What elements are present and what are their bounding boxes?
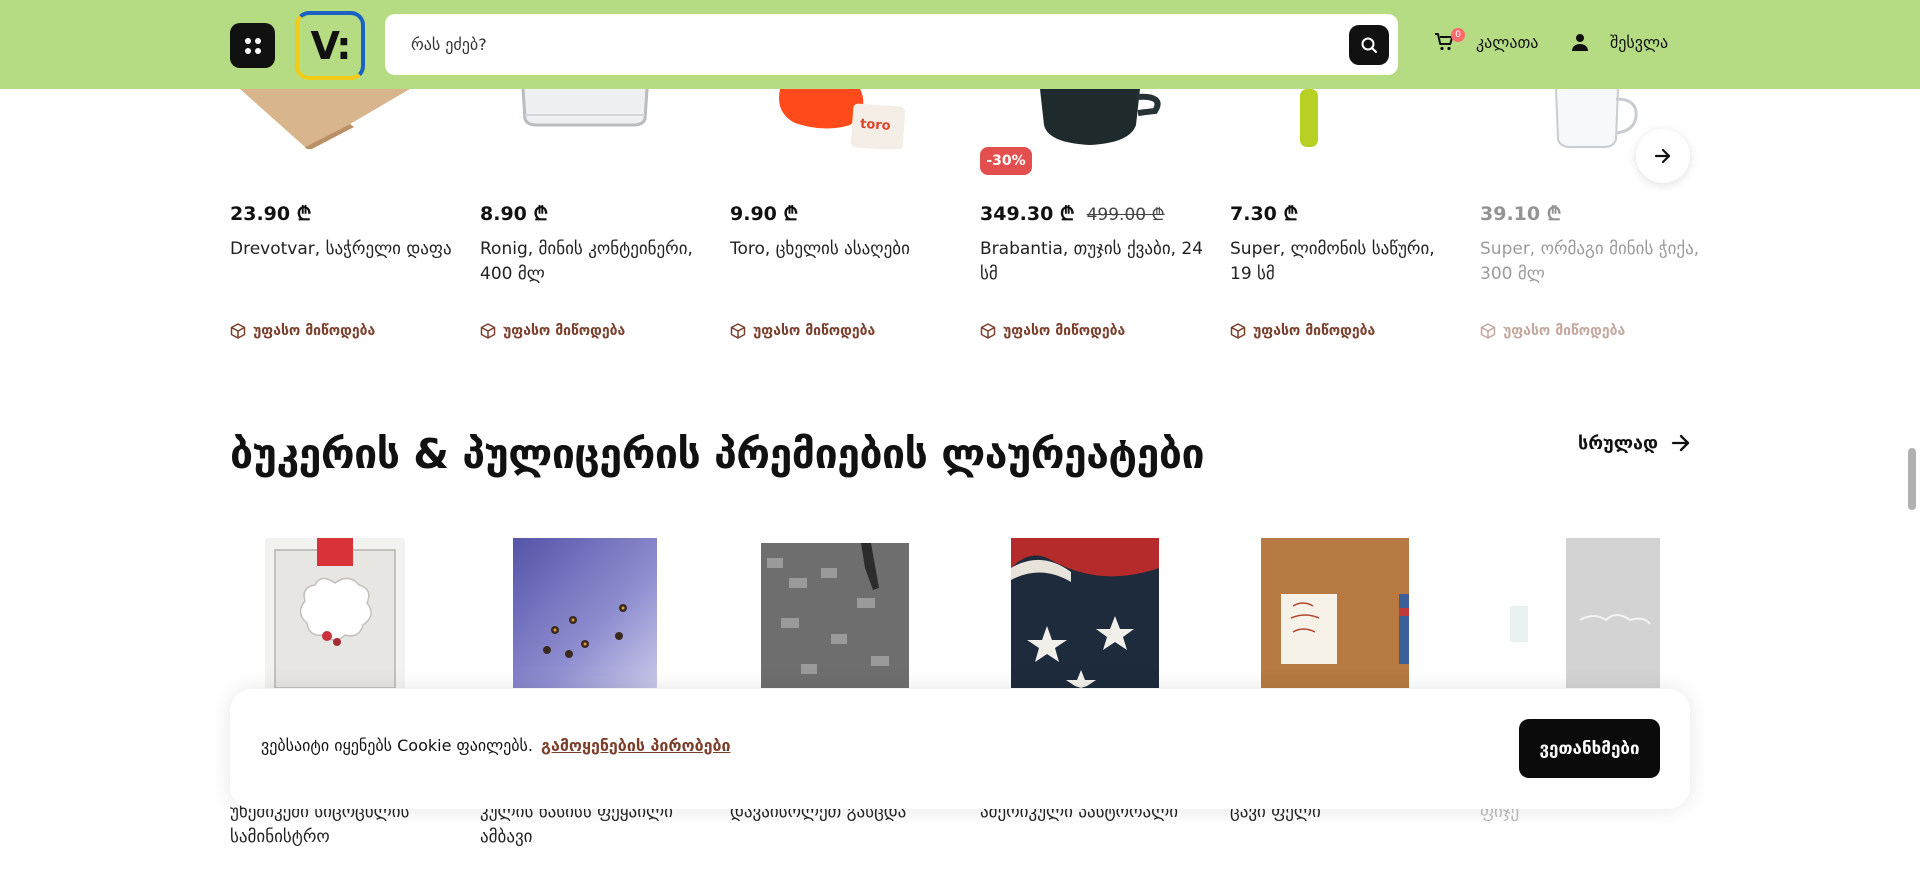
product-name[interactable]: Brabantia, თუჯის ქვაბი, 24 სმ	[980, 237, 1205, 287]
box-icon	[1230, 323, 1246, 339]
cookie-banner: ვებსაიტი იყენებს Cookie ფაილებს. გამოყენე…	[230, 689, 1690, 809]
shipping-text: უფასო მიწოდება	[753, 323, 876, 339]
login-label: შესვლა	[1610, 32, 1669, 52]
shipping-text: უფასო მიწოდება	[1003, 323, 1126, 339]
free-shipping-label: უფასო მიწოდება	[1480, 323, 1625, 339]
book-cover[interactable]	[1261, 538, 1409, 688]
free-shipping-label: უფასო მიწოდება	[230, 323, 375, 339]
book-cover[interactable]	[761, 538, 909, 688]
product-image[interactable]	[515, 89, 655, 149]
box-icon	[730, 323, 746, 339]
book-cover[interactable]	[1011, 538, 1159, 688]
cart-button[interactable]: 0 კალათა	[1434, 28, 1539, 52]
free-shipping-label: უფასო მიწოდება	[480, 323, 625, 339]
carousel-next-button[interactable]	[1636, 129, 1690, 183]
site-logo[interactable]: V:	[295, 11, 365, 80]
product-card[interactable]: 349.30 ₾ 499.00 ₾ Brabantia, თუჯის ქვაბი,…	[980, 200, 1205, 339]
search-button[interactable]	[1349, 25, 1389, 65]
book-cover[interactable]	[1510, 538, 1660, 688]
product-old-price: 499.00 ₾	[1086, 205, 1165, 225]
shipping-text: უფასო მიწოდება	[1253, 323, 1376, 339]
product-price: 23.90 ₾	[230, 203, 312, 225]
product-name[interactable]: Ronig, მინის კონტეინერი, 400 მლ	[480, 237, 705, 287]
product-image[interactable]	[1550, 89, 1640, 149]
search-icon	[1361, 37, 1377, 53]
shipping-text: უფასო მიწოდება	[503, 323, 626, 339]
site-header: V: 0 კალათა შესვლა	[0, 0, 1920, 89]
product-card[interactable]: 39.10 ₾ Super, ორმაგი მინის ჭიქა, 300 მლ…	[1480, 200, 1705, 339]
product-name[interactable]: Super, ლიმონის საწური, 19 სმ	[1230, 237, 1455, 287]
product-name[interactable]: Drevotvar, საჭრელი დაფა	[230, 237, 455, 262]
free-shipping-label: უფასო მიწოდება	[1230, 323, 1375, 339]
cart-label: კალათა	[1476, 32, 1539, 52]
login-button[interactable]: შესვლა	[1570, 32, 1668, 52]
cookie-message: ვებსაიტი იყენებს Cookie ფაილებს. გამოყენე…	[261, 736, 731, 755]
user-icon	[1572, 34, 1588, 51]
product-price: 9.90 ₾	[730, 203, 799, 225]
page-scrollbar[interactable]	[1908, 448, 1916, 510]
search-bar	[385, 14, 1398, 75]
product-card[interactable]: 8.90 ₾ Ronig, მინის კონტეინერი, 400 მლ უ…	[480, 200, 705, 339]
logo-text: V:	[310, 23, 352, 68]
product-image[interactable]: toro	[770, 89, 910, 149]
shipping-text: უფასო მიწოდება	[253, 323, 376, 339]
cookie-text: ვებსაიტი იყენებს Cookie ფაილებს.	[261, 736, 533, 755]
box-icon	[230, 323, 246, 339]
arrow-right-icon	[1671, 434, 1690, 452]
box-icon	[980, 323, 996, 339]
free-shipping-label: უფასო მიწოდება	[730, 323, 875, 339]
terms-link[interactable]: გამოყენების პირობები	[541, 736, 731, 755]
discount-badge: -30%	[980, 147, 1032, 175]
product-image[interactable]	[1030, 89, 1180, 149]
box-icon	[1480, 323, 1496, 339]
book-cover[interactable]	[513, 538, 657, 688]
cart-count-badge: 0	[1451, 28, 1465, 42]
product-name[interactable]: Toro, ცხელის ასაღები	[730, 237, 955, 262]
product-price: 8.90 ₾	[480, 203, 549, 225]
book-cover[interactable]	[265, 538, 405, 688]
product-card[interactable]: 7.30 ₾ Super, ლიმონის საწური, 19 სმ უფას…	[1230, 200, 1455, 339]
section-title: ბუკერის & პულიცერის პრემიების ლაურეატები	[230, 430, 1205, 478]
product-image[interactable]	[1290, 89, 1330, 149]
search-input[interactable]	[411, 28, 1311, 60]
arrow-right-icon	[1654, 148, 1671, 164]
product-card[interactable]: 23.90 ₾ Drevotvar, საჭრელი დაფა უფასო მი…	[230, 200, 455, 339]
box-icon	[480, 323, 496, 339]
product-card[interactable]: 9.90 ₾ Toro, ცხელის ასაღები უფასო მიწოდე…	[730, 200, 955, 339]
product-name[interactable]: Super, ორმაგი მინის ჭიქა, 300 მლ	[1480, 237, 1705, 287]
accept-cookies-button[interactable]: ვეთანხმები	[1519, 719, 1660, 778]
svg-text:toro: toro	[860, 117, 892, 134]
free-shipping-label: უფასო მიწოდება	[980, 323, 1125, 339]
product-price: 39.10 ₾	[1480, 203, 1562, 225]
shipping-text: უფასო მიწოდება	[1503, 323, 1626, 339]
product-price: 7.30 ₾	[1230, 203, 1299, 225]
product-image[interactable]	[240, 89, 410, 149]
menu-button[interactable]	[230, 23, 275, 68]
product-price: 349.30 ₾	[980, 203, 1075, 225]
see-all-label: სრულად	[1578, 432, 1659, 454]
cart-icon: 0	[1434, 28, 1465, 52]
product-price-row: 349.30 ₾ 499.00 ₾	[980, 200, 1205, 226]
grid-dots-icon	[244, 37, 251, 44]
see-all-link[interactable]: სრულად	[1578, 432, 1692, 454]
